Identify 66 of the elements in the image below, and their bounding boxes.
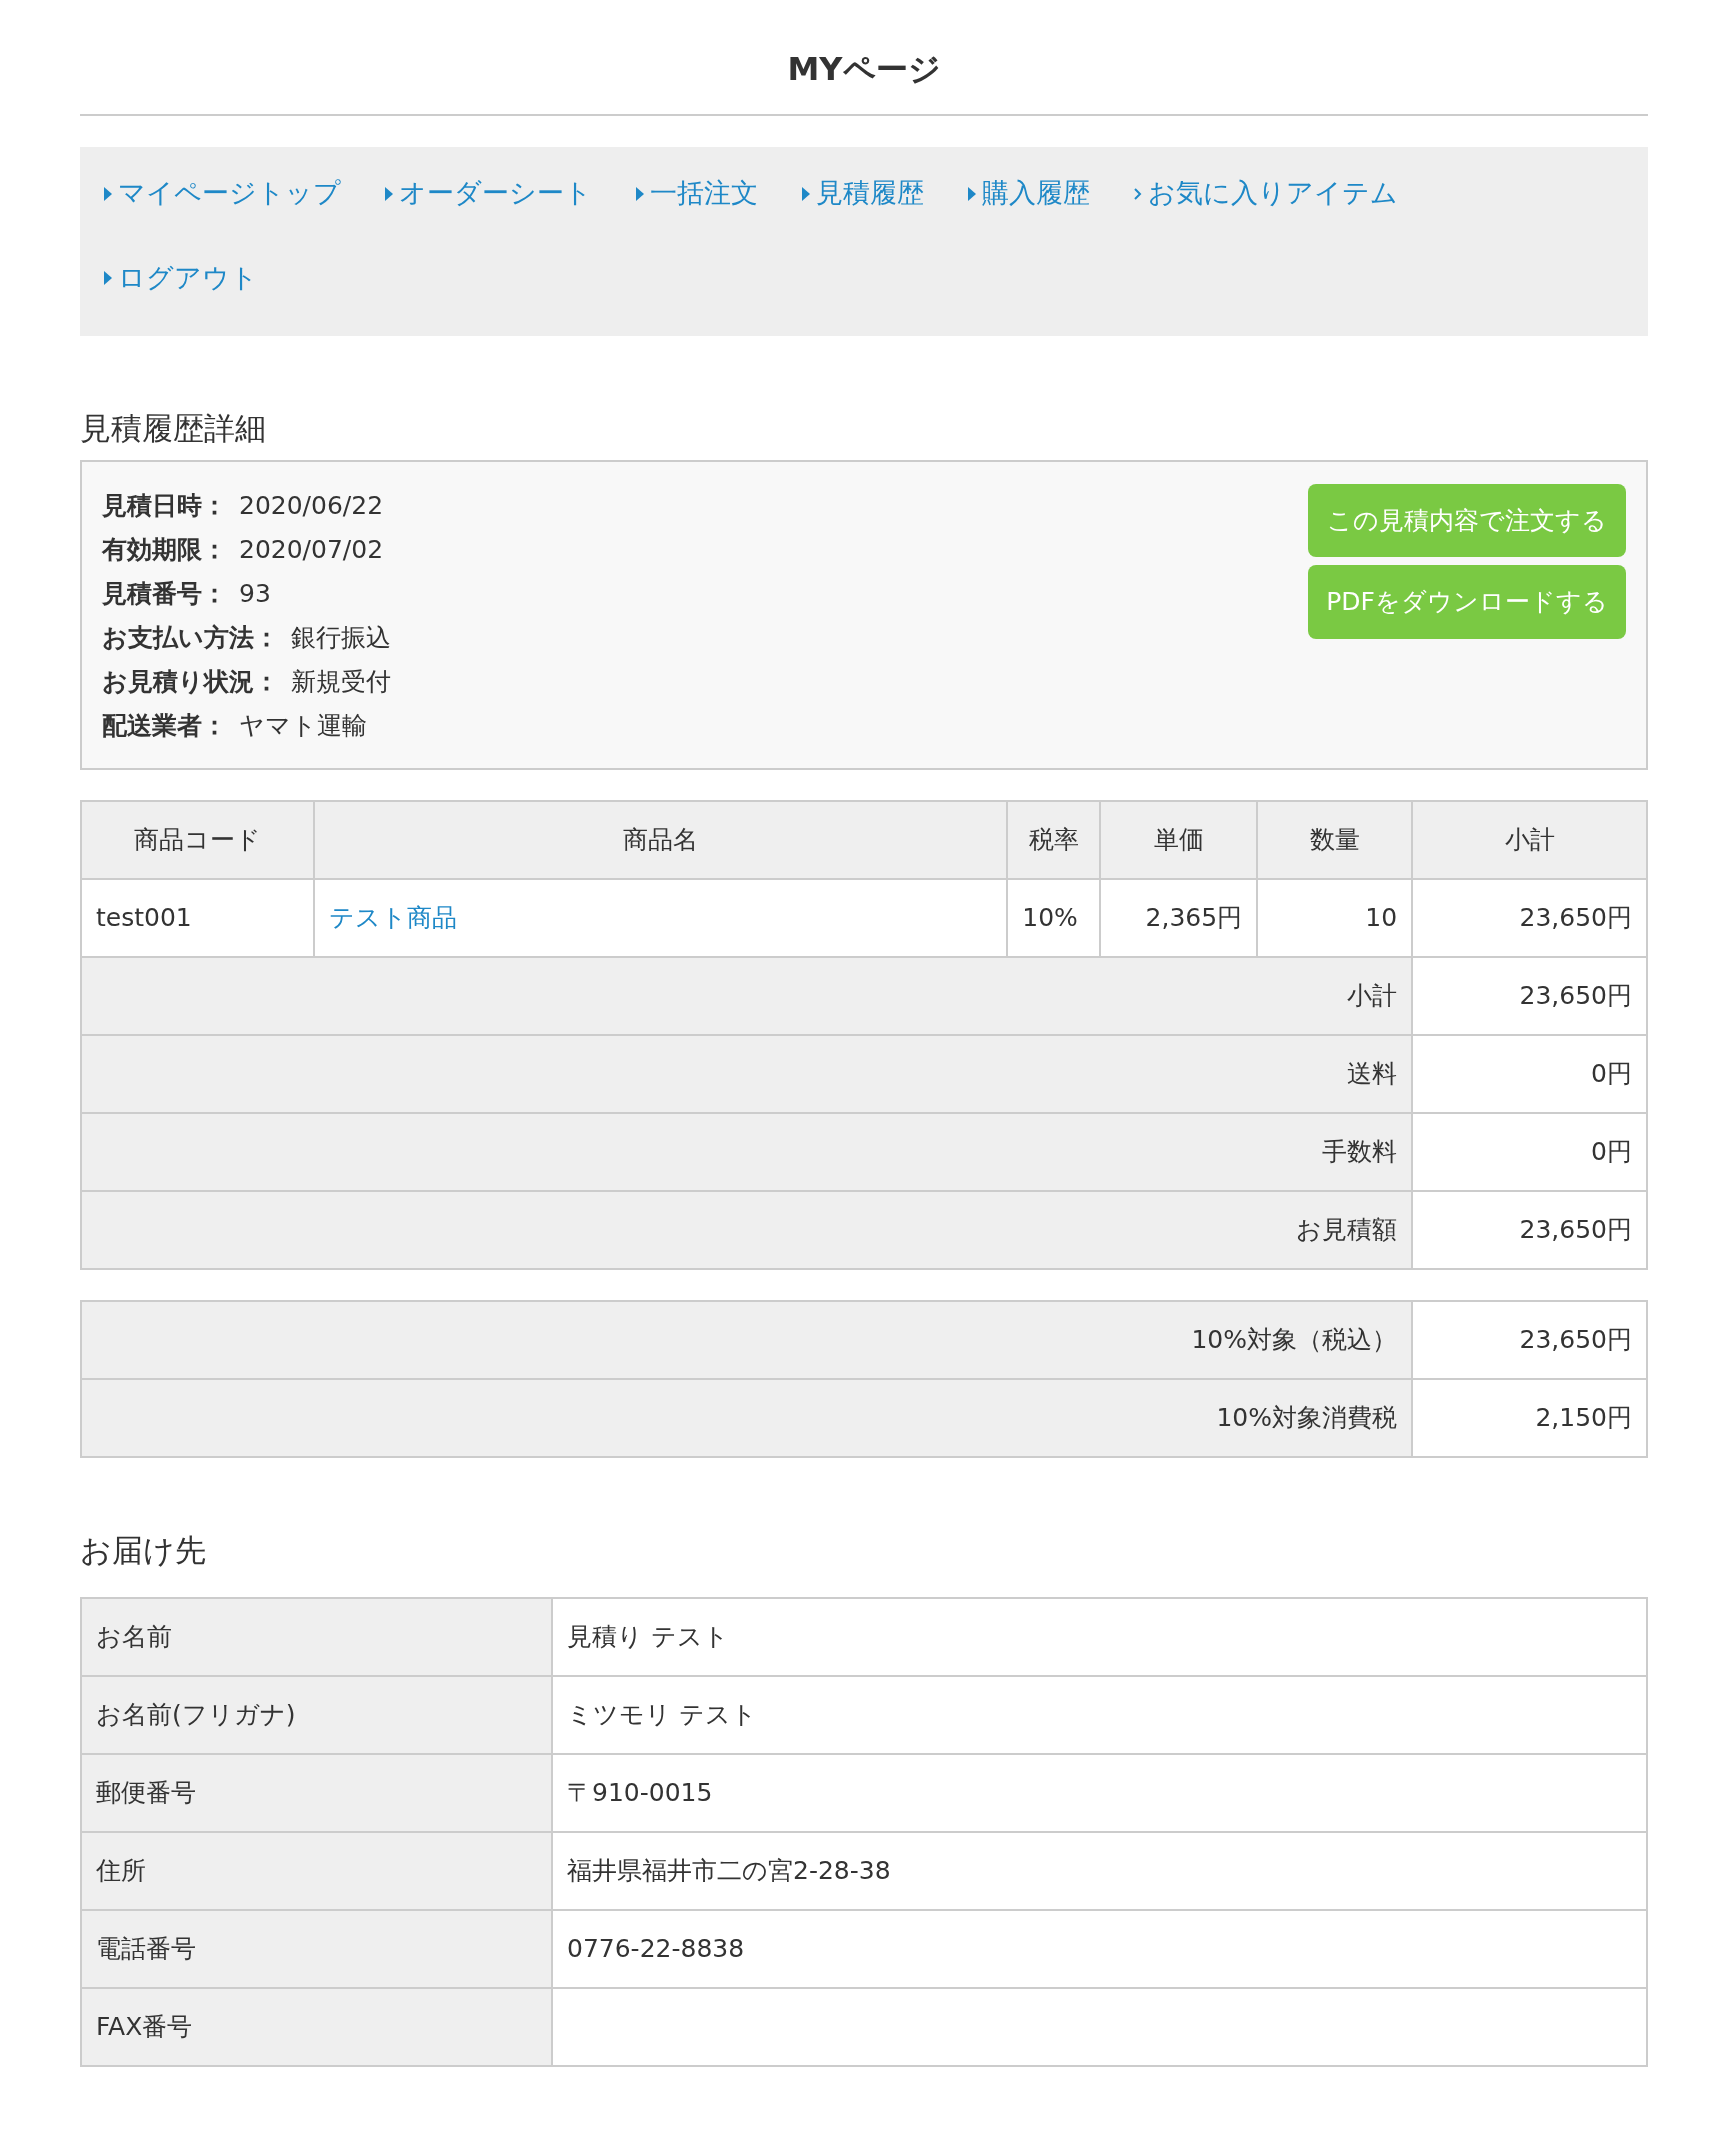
field-label: 住所 bbox=[81, 1831, 552, 1910]
field-value: 0776-22-8838 bbox=[552, 1909, 1647, 1988]
info-label: 見積番号： bbox=[102, 578, 227, 608]
page-title: MYページ bbox=[80, 0, 1648, 117]
triangle-icon bbox=[968, 186, 976, 201]
triangle-icon bbox=[802, 186, 810, 201]
nav-link[interactable]: 一括注文 bbox=[636, 173, 758, 214]
info-label: 配送業者： bbox=[102, 710, 227, 740]
chevron-icon bbox=[1134, 186, 1142, 201]
info-value: 新規受付 bbox=[291, 666, 391, 696]
product-link[interactable]: テスト商品 bbox=[328, 902, 457, 932]
triangle-icon bbox=[636, 186, 644, 201]
triangle-icon bbox=[104, 186, 112, 201]
table-cell: test001 bbox=[81, 878, 314, 957]
total-label: 手数料 bbox=[81, 1112, 1413, 1191]
table-cell: 10% bbox=[1007, 878, 1101, 957]
info-label: 有効期限： bbox=[102, 534, 227, 564]
table-cell: 10 bbox=[1257, 878, 1413, 957]
field-label: お名前(フリガナ) bbox=[81, 1675, 552, 1754]
total-value: 0円 bbox=[1412, 1112, 1647, 1191]
tax-value: 2,150円 bbox=[1412, 1378, 1647, 1457]
nav-link[interactable]: 見積履歴 bbox=[802, 173, 924, 214]
info-value: 93 bbox=[239, 578, 271, 608]
tax-label: 10%対象消費税 bbox=[81, 1378, 1412, 1457]
total-label: 小計 bbox=[81, 956, 1413, 1035]
field-label: 郵便番号 bbox=[81, 1753, 552, 1832]
column-header: 商品コード bbox=[81, 800, 314, 879]
tax-value: 23,650円 bbox=[1412, 1300, 1647, 1379]
column-header: 数量 bbox=[1257, 800, 1413, 879]
field-value: ミツモリ テスト bbox=[552, 1675, 1647, 1754]
info-value: ヤマト運輸 bbox=[239, 710, 367, 740]
total-value: 23,650円 bbox=[1412, 1190, 1647, 1269]
table-cell: 23,650円 bbox=[1412, 878, 1647, 957]
total-label: お見積額 bbox=[81, 1190, 1413, 1269]
nav-link[interactable]: ログアウト bbox=[104, 257, 258, 299]
nav-link[interactable]: オーダーシート bbox=[385, 173, 592, 214]
field-label: 電話番号 bbox=[81, 1909, 552, 1988]
action-button[interactable]: この見積内容で注文する bbox=[1308, 483, 1626, 558]
total-label: 送料 bbox=[81, 1034, 1413, 1113]
info-label: お見積り状況： bbox=[102, 666, 279, 696]
nav-link[interactable]: マイページトップ bbox=[104, 173, 341, 214]
section-heading: お届け先 bbox=[80, 1531, 207, 1569]
field-label: お名前 bbox=[81, 1597, 552, 1676]
info-value: 2020/06/22 bbox=[239, 490, 384, 520]
info-value: 2020/07/02 bbox=[239, 534, 384, 564]
column-header: 単価 bbox=[1100, 800, 1258, 879]
nav-link[interactable]: お気に入りアイテム bbox=[1134, 173, 1398, 214]
total-value: 23,650円 bbox=[1412, 956, 1647, 1035]
info-label: お支払い方法： bbox=[102, 622, 279, 652]
action-button[interactable]: PDFをダウンロードする bbox=[1308, 565, 1626, 639]
section-heading: 見積履歴詳細 bbox=[80, 410, 267, 448]
field-value: 福井県福井市二の宮2-28-38 bbox=[552, 1831, 1647, 1910]
field-value: 〒910-0015 bbox=[552, 1753, 1647, 1832]
total-value: 0円 bbox=[1412, 1034, 1647, 1113]
triangle-icon bbox=[385, 186, 393, 201]
field-label: FAX番号 bbox=[81, 1987, 552, 2066]
info-label: 見積日時： bbox=[102, 490, 227, 520]
column-header: 税率 bbox=[1007, 800, 1101, 879]
info-value: 銀行振込 bbox=[291, 622, 391, 652]
tax-label: 10%対象（税込） bbox=[81, 1300, 1412, 1379]
triangle-icon bbox=[104, 271, 112, 286]
field-value: 見積り テスト bbox=[552, 1597, 1647, 1676]
column-header: 商品名 bbox=[313, 800, 1008, 879]
column-header: 小計 bbox=[1412, 800, 1647, 879]
table-cell: 2,365円 bbox=[1100, 878, 1258, 957]
nav-link[interactable]: 購入履歴 bbox=[968, 173, 1090, 214]
